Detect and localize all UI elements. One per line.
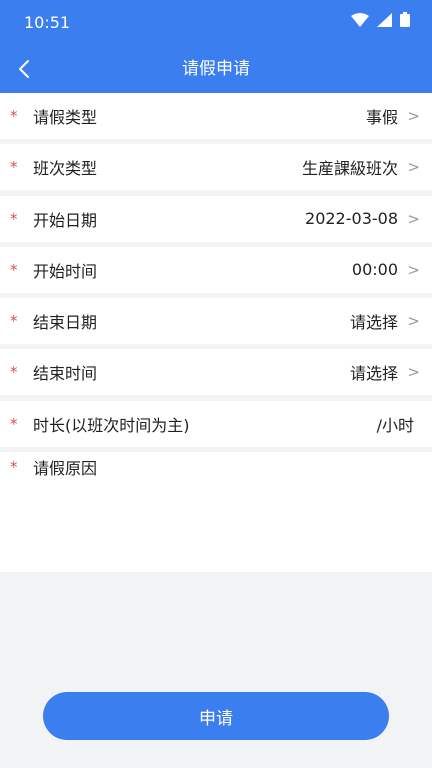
end-date-label: 结束日期 (33, 313, 98, 333)
status-bar: 10:51 (0, 0, 432, 44)
start-time-value: 00:00 (351, 260, 398, 280)
wifi-icon (351, 12, 369, 27)
reason-label: 请假原因 (33, 459, 98, 479)
required-mark: * (10, 363, 18, 382)
shift-type-row[interactable]: * 班次类型 生産課級班次 > (0, 144, 432, 191)
shift-type-value: 生産課級班次 (301, 159, 398, 179)
signal-icon (377, 12, 392, 27)
start-date-value: 2022-03-08 (305, 209, 398, 229)
page-title: 请假申请 (182, 59, 250, 79)
battery-icon (400, 12, 410, 27)
end-date-row[interactable]: * 结束日期 请选择 > (0, 298, 432, 345)
shift-type-label: 班次类型 (33, 159, 98, 179)
start-date-label: 开始日期 (33, 210, 98, 230)
status-icons (351, 12, 410, 27)
submit-button[interactable]: 申请 (43, 692, 389, 740)
required-mark: * (10, 209, 18, 228)
required-mark: * (10, 158, 18, 177)
leave-type-label: 请假类型 (33, 108, 98, 127)
required-mark: * (10, 414, 18, 433)
duration-label: 时长(以班次时间为主) (33, 415, 190, 435)
end-time-label: 结束时间 (33, 364, 98, 384)
required-mark: * (10, 107, 18, 125)
end-time-row[interactable]: * 结束时间 请选择 > (0, 349, 432, 396)
chevron-right-icon: > (407, 260, 420, 279)
reason-section: * 请假原因 (0, 452, 432, 573)
end-date-value: 请选择 (349, 313, 398, 333)
start-time-label: 开始时间 (33, 261, 98, 281)
chevron-right-icon: > (407, 107, 420, 125)
end-time-value: 请选择 (349, 364, 398, 384)
duration-row: * 时长(以班次时间为主) /小时 (0, 400, 432, 447)
chevron-left-icon (19, 60, 29, 78)
start-date-row[interactable]: * 开始日期 2022-03-08 > (0, 195, 432, 242)
nav-bar: 请假申请 (0, 46, 432, 92)
leave-type-row[interactable]: * 请假类型 事假 > (0, 93, 432, 139)
header: 10:51 请假申请 (0, 0, 432, 93)
leave-type-value: 事假 (365, 108, 398, 127)
status-time: 10:51 (24, 13, 71, 32)
chevron-right-icon: > (407, 209, 420, 228)
back-button[interactable] (8, 52, 40, 86)
reason-input[interactable] (33, 484, 413, 565)
chevron-right-icon: > (407, 312, 420, 331)
required-mark: * (10, 312, 18, 331)
start-time-row[interactable]: * 开始时间 00:00 > (0, 246, 432, 293)
required-mark: * (10, 458, 18, 477)
leave-form: * 请假类型 事假 > * 班次类型 生産課級班次 > * 开始日期 2022-… (0, 93, 432, 573)
chevron-right-icon: > (407, 363, 420, 382)
required-mark: * (10, 260, 18, 279)
duration-value: /小时 (376, 415, 414, 435)
chevron-right-icon: > (407, 158, 420, 177)
